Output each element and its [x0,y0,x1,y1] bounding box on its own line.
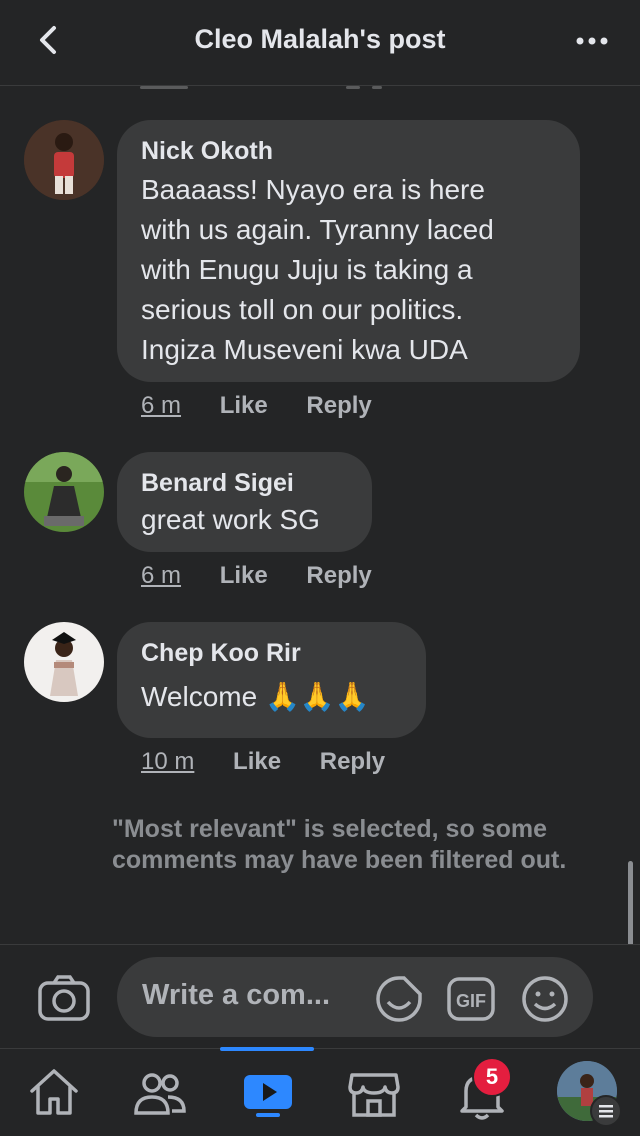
filter-notice: "Most relevant" is selected, so some com… [112,815,567,874]
menu-icon [590,1095,622,1127]
comment-author[interactable]: Nick Okoth [141,136,556,166]
comment-line: great work SG [141,504,320,535]
camera-icon [38,975,90,1021]
watch-icon [244,1075,292,1117]
comment-text: Welcome 🙏🙏🙏 [141,672,402,722]
comment-actions: 10 m Like Reply [141,748,417,776]
avatar[interactable] [24,452,104,532]
scrollbar[interactable] [628,861,633,944]
comment-line: serious toll on our politics. [141,294,464,325]
sticker-button[interactable] [374,974,424,1024]
comment-time[interactable]: 6 m [141,562,181,589]
previous-comment-cutoff [140,86,400,90]
like-button[interactable]: Like [233,748,281,775]
comment-line: Welcome 🙏🙏🙏 [141,681,370,712]
comment-composer: Write a com... GIF [0,944,640,1048]
comment-input[interactable]: Write a com... GIF [117,957,593,1037]
notification-badge: 5 [472,1057,512,1097]
comment-author[interactable]: Chep Koo Rir [141,638,402,668]
tab-home[interactable] [22,1061,86,1125]
comment-text: great work SG [141,502,348,538]
comment-bubble[interactable]: Benard Sigei great work SG [117,452,372,552]
more-horizontal-icon [576,37,608,45]
comment-line: Ingiza Museveni kwa UDA [141,334,468,365]
comment-text: Baaaass! Nyayo era is here with us again… [141,170,556,370]
reply-button[interactable]: Reply [320,748,385,775]
comment-line: Baaaass! Nyayo era is here [141,174,485,205]
comment-bubble[interactable]: Chep Koo Rir Welcome 🙏🙏🙏 [117,622,426,738]
reply-button[interactable]: Reply [306,392,371,419]
comments-list[interactable]: Nick Okoth Baaaass! Nyayo era is here wi… [0,86,640,944]
emoji-button[interactable] [520,974,570,1024]
marketplace-icon [348,1073,400,1117]
tab-marketplace[interactable] [342,1061,406,1125]
comment-line: with Enugu Juju is taking a [141,254,473,285]
like-button[interactable]: Like [220,392,268,419]
comment-author[interactable]: Benard Sigei [141,468,348,498]
home-icon [30,1069,78,1115]
friends-icon [134,1073,186,1115]
page-title: Cleo Malalah's post [194,24,446,54]
comment-actions: 6 m Like Reply [141,392,404,420]
tab-watch[interactable] [236,1061,300,1125]
header-bar: Cleo Malalah's post [0,0,640,86]
tab-friends[interactable] [128,1061,192,1125]
emoji-icon [522,976,568,1022]
comment-line: with us again. Tyranny laced [141,214,494,245]
camera-button[interactable] [36,973,92,1023]
avatar[interactable] [24,622,104,702]
svg-text:GIF: GIF [456,991,486,1011]
more-button[interactable] [572,26,612,56]
comment-input-placeholder: Write a com... [142,979,331,1011]
bottom-tab-bar: 5 [0,1047,640,1136]
reply-button[interactable]: Reply [306,562,371,589]
comment-actions: 6 m Like Reply [141,562,404,590]
active-tab-indicator [220,1047,314,1051]
comment-time[interactable]: 6 m [141,392,181,419]
like-button[interactable]: Like [220,562,268,589]
gif-icon: GIF [447,977,495,1021]
gif-button[interactable]: GIF [446,974,496,1024]
avatar[interactable] [24,120,104,200]
comment-bubble[interactable]: Nick Okoth Baaaass! Nyayo era is here wi… [117,120,580,382]
sticker-icon [376,976,422,1022]
comment-time[interactable]: 10 m [141,748,194,775]
